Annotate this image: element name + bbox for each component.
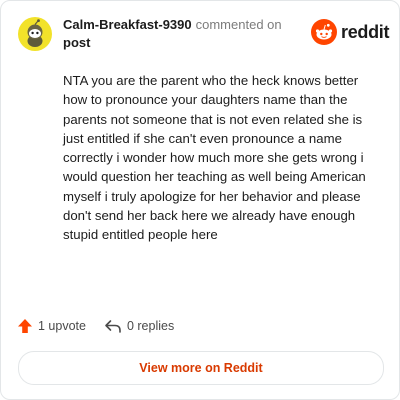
comment-body: NTA you are the parent who the heck know…: [63, 73, 366, 243]
replies-button[interactable]: 0 replies: [104, 318, 174, 334]
upvote-count: 1 upvote: [38, 319, 86, 333]
comment-header: Calm-Breakfast-9390 commented on: [63, 17, 282, 32]
reddit-logo[interactable]: reddit: [311, 19, 390, 45]
reddit-logo-icon: [311, 19, 337, 45]
reddit-wordmark: reddit: [341, 21, 390, 42]
upvote-button[interactable]: 1 upvote: [17, 318, 86, 334]
embed-card: Calm-Breakfast-9390 commented on post red…: [0, 0, 400, 400]
comment-actions: 1 upvote 0 replies: [17, 318, 174, 334]
commented-on-text: commented on: [195, 17, 282, 32]
author-name[interactable]: Calm-Breakfast-9390: [63, 17, 192, 32]
view-more-button[interactable]: View more on Reddit: [18, 351, 384, 385]
snoo-avatar-icon: [18, 17, 52, 51]
reply-count: 0 replies: [126, 319, 175, 333]
avatar[interactable]: [18, 17, 52, 51]
post-link[interactable]: post: [63, 35, 90, 50]
reply-arrow-icon: [105, 320, 121, 333]
upvote-arrow-icon: [18, 319, 32, 333]
